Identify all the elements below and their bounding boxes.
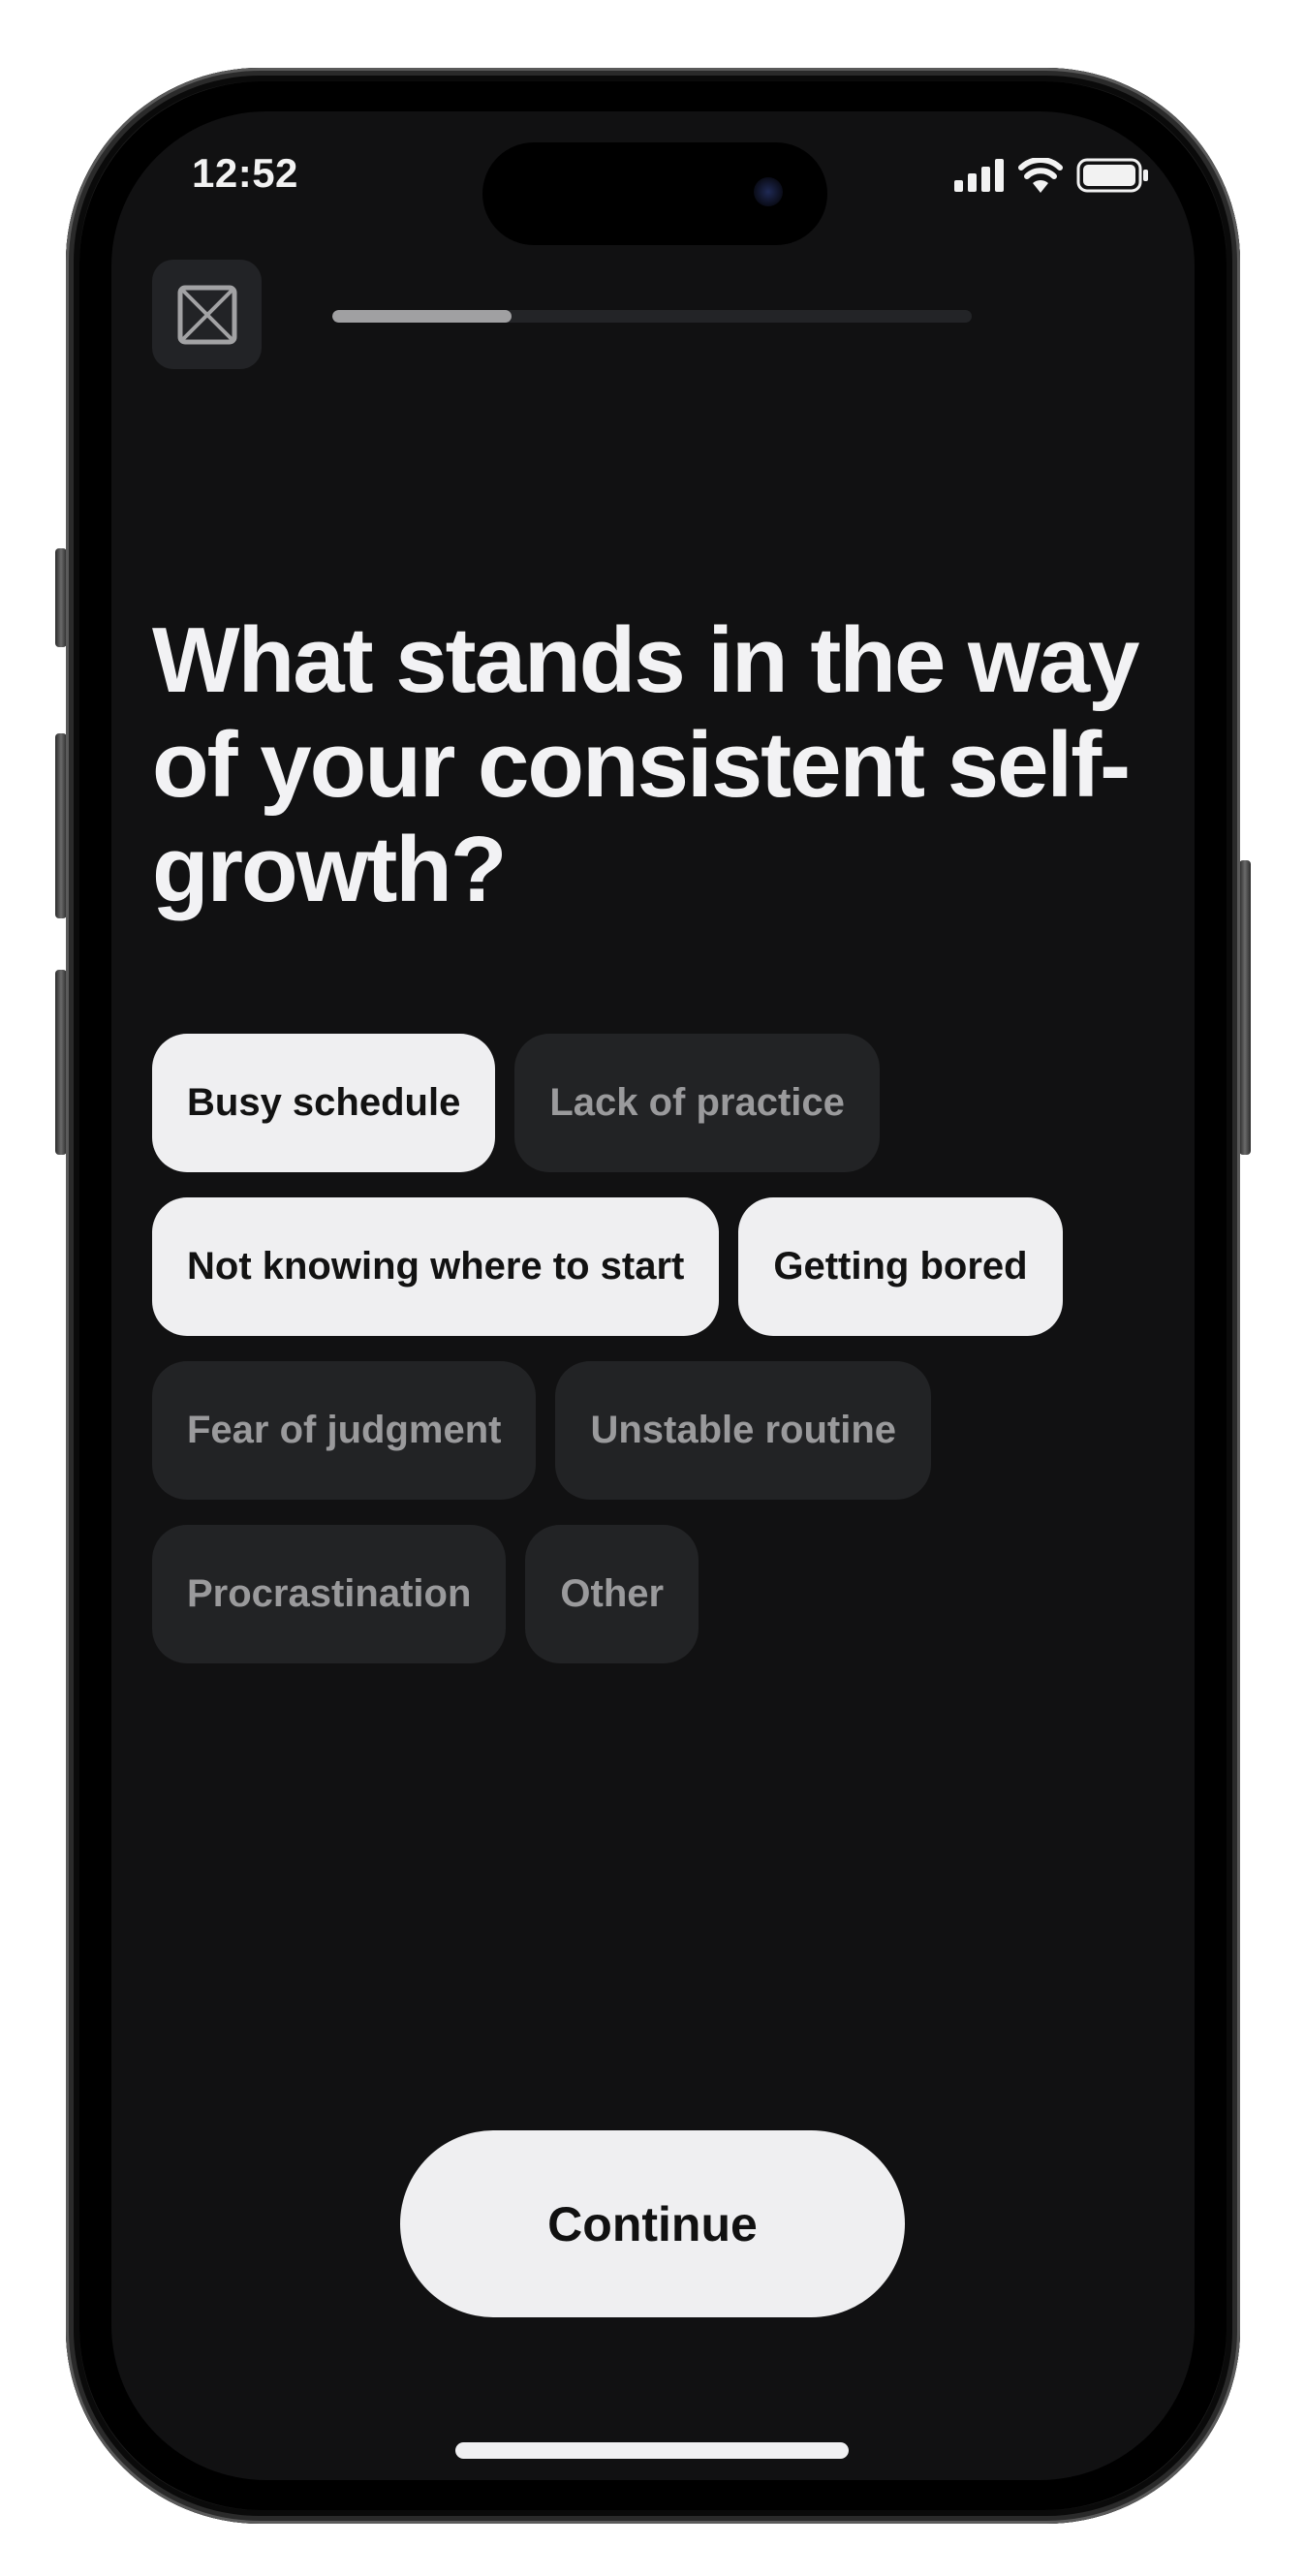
option-label: Busy schedule [187,1081,461,1124]
option-chip[interactable]: Fear of judgment [152,1361,537,1500]
option-chip[interactable]: Lack of practice [514,1034,880,1172]
close-box-icon [177,285,236,344]
progress-fill [332,310,512,323]
battery-icon [1076,158,1148,193]
status-icons [954,158,1150,193]
option-label: Other [560,1572,665,1615]
wifi-icon [1018,158,1063,193]
option-chip-selected[interactable]: Getting bored [738,1197,1063,1336]
option-label: Unstable routine [590,1409,897,1451]
status-time: 12:52 [192,150,298,196]
continue-button[interactable]: Continue [400,2130,905,2317]
option-label: Lack of practice [549,1081,845,1124]
option-label: Procrastination [187,1572,472,1615]
option-chip[interactable]: Other [525,1525,699,1663]
question-title: What stands in the way of your consisten… [152,608,1139,921]
option-label: Fear of judgment [187,1409,502,1451]
option-chip-selected[interactable]: Not knowing where to start [152,1197,720,1336]
power-button [1239,860,1251,1155]
camera-icon [754,177,783,206]
option-chip[interactable]: Unstable routine [555,1361,932,1500]
option-label: Getting bored [773,1245,1028,1288]
options-list: Busy schedule Lack of practice Not knowi… [152,1034,1131,1663]
home-indicator[interactable] [455,2442,849,2459]
progress-bar [332,310,972,323]
cellular-signal-icon [954,159,1004,192]
close-button[interactable] [152,260,262,369]
option-chip-selected[interactable]: Busy schedule [152,1034,496,1172]
option-chip[interactable]: Procrastination [152,1525,507,1663]
option-label: Not knowing where to start [187,1245,685,1288]
